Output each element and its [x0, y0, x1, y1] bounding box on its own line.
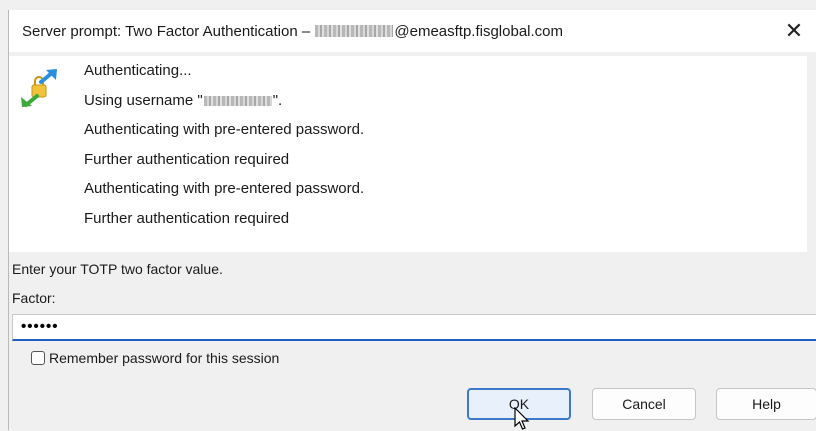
window-title-prefix: Server prompt: Two Factor Authentication… [22, 22, 315, 40]
factor-input[interactable]: •••••• [12, 314, 816, 341]
help-button[interactable]: Help [716, 388, 816, 420]
log-line: Authenticating with pre-entered password… [84, 180, 365, 197]
redacted-username [315, 24, 394, 37]
redacted-username [203, 95, 272, 106]
remember-password-label[interactable]: Remember password for this session [49, 350, 279, 366]
log-line: Further authentication required [84, 209, 290, 227]
close-button[interactable]: ✕ [771, 10, 816, 52]
close-icon[interactable]: ✕ [785, 18, 803, 44]
log-line-username-prefix: Using username " [84, 91, 203, 109]
authentication-arrows-lock-icon [21, 69, 57, 107]
totp-prompt-text: Enter your TOTP two factor value. [12, 261, 223, 277]
title-bar: Server prompt: Two Factor Authentication… [9, 10, 816, 52]
server-prompt-dialog: Server prompt: Two Factor Authentication… [8, 10, 816, 430]
log-line: Further authentication required [84, 150, 290, 168]
cancel-button[interactable]: Cancel [592, 388, 696, 420]
remember-password-checkbox[interactable] [31, 351, 45, 365]
log-line: Authenticating with pre-entered password… [84, 121, 365, 138]
window-title: Server prompt: Two Factor Authentication… [22, 23, 563, 40]
log-line-username-suffix: ". [272, 91, 283, 109]
authentication-log: Authenticating... Using username " ". Aut… [9, 56, 807, 252]
log-lines: Authenticating... Using username " ". Aut… [84, 56, 364, 233]
remember-password-option[interactable]: Remember password for this session [31, 350, 279, 366]
factor-label: Factor: [12, 290, 56, 306]
log-line: Using username " ". [84, 86, 364, 116]
log-line: Authenticating... [84, 62, 192, 79]
window-title-host: @emeasftp.fisglobal.com [394, 22, 564, 40]
ok-button[interactable]: OK [467, 388, 571, 420]
